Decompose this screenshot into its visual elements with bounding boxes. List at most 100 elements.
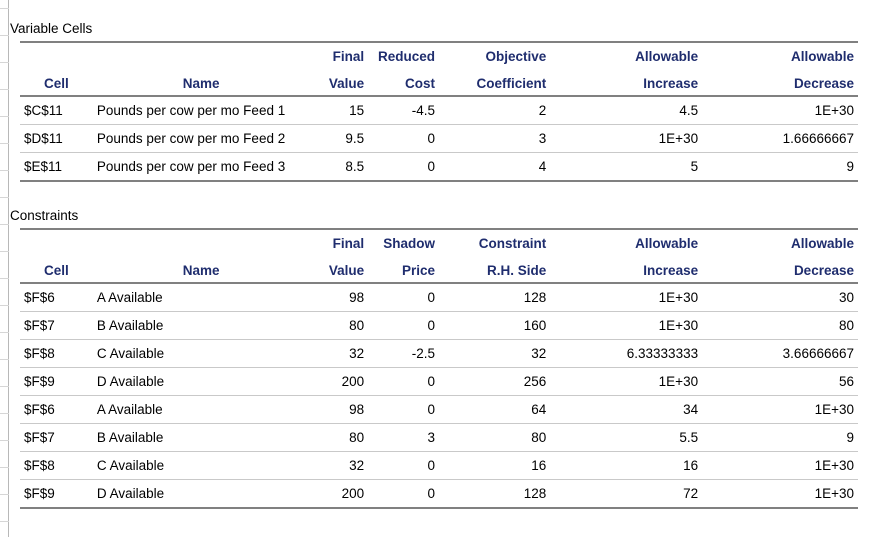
header-allowable-decrease-line1: Allowable <box>702 41 858 68</box>
allowable-increase: 1E+30 <box>550 367 703 396</box>
final-value: 9.5 <box>309 124 369 153</box>
row-gridline <box>0 440 9 441</box>
final-value: 98 <box>309 283 369 312</box>
header-final-line1: Final <box>309 228 369 255</box>
header-shadow-line1: Shadow <box>368 228 439 255</box>
cell-ref: $F$8 <box>20 339 93 368</box>
allowable-increase: 5 <box>550 152 703 182</box>
variable-cells-table: Final Reduced Objective Allowable Allowa… <box>20 41 858 182</box>
cell-ref: $E$11 <box>20 152 93 182</box>
row-gridline <box>0 467 9 468</box>
row-gridline <box>0 386 9 387</box>
sensitivity-report-sheet: Variable Cells Final Reduced Objective A… <box>10 0 892 537</box>
constraints-header: Final Shadow Constraint Allowable Allowa… <box>20 228 858 284</box>
allowable-decrease: 56 <box>702 367 858 396</box>
shadow-price: 0 <box>368 283 439 312</box>
cell-ref: $F$6 <box>20 395 93 424</box>
section-title-constraints: Constraints <box>10 208 79 223</box>
header-shadow-line2: Price <box>368 255 439 284</box>
allowable-decrease: 80 <box>702 311 858 340</box>
allowable-increase: 1E+30 <box>550 311 703 340</box>
cell-name: Pounds per cow per mo Feed 2 <box>92 124 310 153</box>
allowable-decrease: 1E+30 <box>702 479 858 509</box>
header-allowable-decrease-line1: Allowable <box>702 228 858 255</box>
constraint-rh-side: 128 <box>438 479 551 509</box>
row-gridline <box>0 278 9 279</box>
shadow-price: 0 <box>368 395 439 424</box>
constraint-rh-side: 32 <box>438 339 551 368</box>
cell-name: Pounds per cow per mo Feed 1 <box>92 96 310 125</box>
allowable-increase: 34 <box>550 395 703 424</box>
constraint-rh-side: 64 <box>438 395 551 424</box>
allowable-decrease: 1E+30 <box>702 451 858 480</box>
variable-cells-header: Final Reduced Objective Allowable Allowa… <box>20 41 858 97</box>
row-gridline <box>0 8 9 9</box>
final-value: 200 <box>309 479 369 509</box>
cell-ref: $F$7 <box>20 311 93 340</box>
cell-ref: $F$8 <box>20 451 93 480</box>
table-row: $F$8 C Available 32 -2.5 32 6.33333333 3… <box>20 339 858 368</box>
constraints-body: $F$6 A Available 98 0 128 1E+30 30 $F$7 … <box>20 283 858 509</box>
table-row: $F$6 A Available 98 0 128 1E+30 30 <box>20 283 858 312</box>
objective-coefficient: 2 <box>438 96 551 125</box>
cell-name: A Available <box>92 283 310 312</box>
row-gridline <box>0 89 9 90</box>
cell-ref: $F$6 <box>20 283 93 312</box>
allowable-increase: 1E+30 <box>550 124 703 153</box>
objective-coefficient: 3 <box>438 124 551 153</box>
table-row: $F$7 B Available 80 0 160 1E+30 80 <box>20 311 858 340</box>
table-row: $F$6 A Available 98 0 64 34 1E+30 <box>20 395 858 424</box>
constraint-rh-side: 256 <box>438 367 551 396</box>
variable-cells-body: $C$11 Pounds per cow per mo Feed 1 15 -4… <box>20 96 858 182</box>
final-value: 80 <box>309 311 369 340</box>
final-value: 32 <box>309 451 369 480</box>
table-row: $E$11 Pounds per cow per mo Feed 3 8.5 0… <box>20 152 858 182</box>
shadow-price: 0 <box>368 451 439 480</box>
final-value: 15 <box>309 96 369 125</box>
table-row: $F$9 D Available 200 0 128 72 1E+30 <box>20 479 858 509</box>
cell-ref: $F$9 <box>20 479 93 509</box>
row-gridline <box>0 116 9 117</box>
row-gridline <box>0 251 9 252</box>
table-row: $F$8 C Available 32 0 16 16 1E+30 <box>20 451 858 480</box>
row-gridline <box>0 197 9 198</box>
row-gridline <box>0 494 9 495</box>
header-name: Name <box>92 68 310 97</box>
reduced-cost: 0 <box>368 124 439 153</box>
shadow-price: 0 <box>368 311 439 340</box>
constraint-rh-side: 80 <box>438 423 551 452</box>
final-value: 200 <box>309 367 369 396</box>
reduced-cost: -4.5 <box>368 96 439 125</box>
reduced-cost: 0 <box>368 152 439 182</box>
section-title-variable-cells: Variable Cells <box>10 21 93 36</box>
section-constraints: Constraints Final Shadow Constraint Allo… <box>10 208 858 509</box>
allowable-increase: 1E+30 <box>550 283 703 312</box>
spreadsheet-row-gutter <box>0 0 9 537</box>
allowable-decrease: 9 <box>702 152 858 182</box>
allowable-decrease: 1E+30 <box>702 96 858 125</box>
allowable-increase: 16 <box>550 451 703 480</box>
header-constraint-line2: R.H. Side <box>438 255 551 284</box>
header-allowable-increase-line2: Increase <box>550 68 703 97</box>
row-gridline <box>0 35 9 36</box>
header-allowable-decrease-line2: Decrease <box>702 68 858 97</box>
header-allowable-increase-line1: Allowable <box>550 228 703 255</box>
final-value: 8.5 <box>309 152 369 182</box>
allowable-increase: 6.33333333 <box>550 339 703 368</box>
header-final-line2: Value <box>309 68 369 97</box>
row-gridline <box>0 332 9 333</box>
shadow-price: 0 <box>368 479 439 509</box>
header-objective-line1: Objective <box>438 41 551 68</box>
cell-name: C Available <box>92 451 310 480</box>
allowable-increase: 72 <box>550 479 703 509</box>
header-spacer-cell <box>20 228 93 255</box>
table-row: $C$11 Pounds per cow per mo Feed 1 15 -4… <box>20 96 858 125</box>
header-spacer-name <box>92 228 310 255</box>
allowable-decrease: 30 <box>702 283 858 312</box>
cell-ref: $F$7 <box>20 423 93 452</box>
final-value: 80 <box>309 423 369 452</box>
row-gridline <box>0 143 9 144</box>
header-final-line1: Final <box>309 41 369 68</box>
header-spacer-name <box>92 41 310 68</box>
cell-name: D Available <box>92 367 310 396</box>
